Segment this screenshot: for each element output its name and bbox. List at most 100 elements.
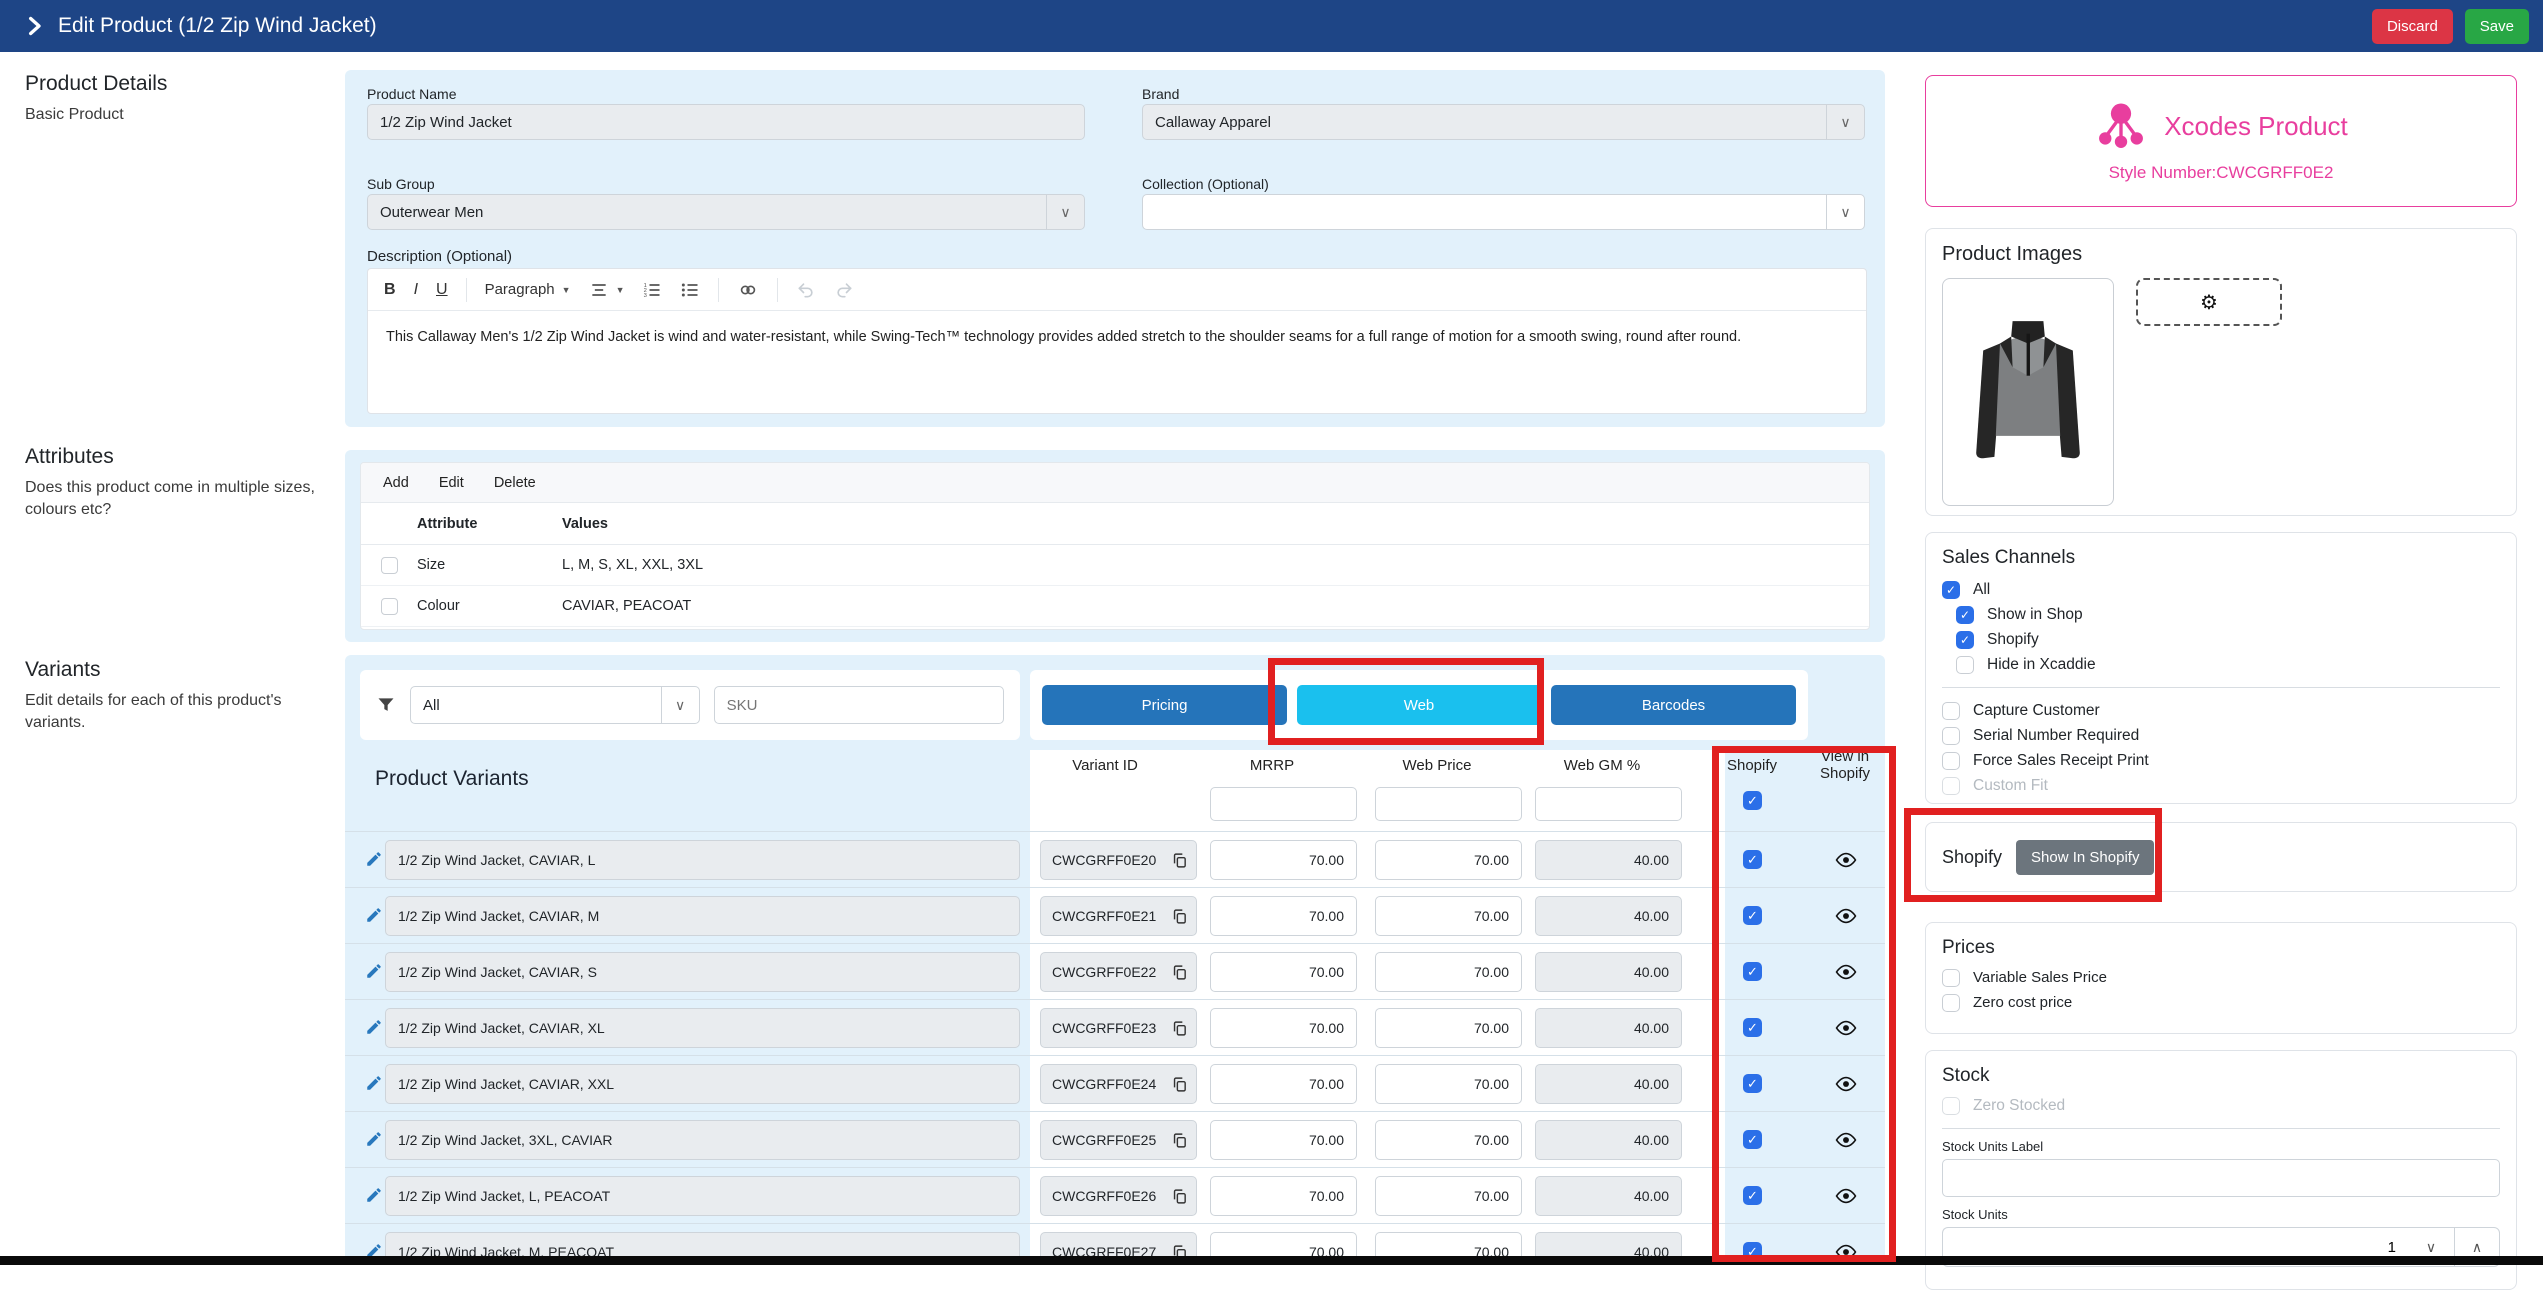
tab-barcodes[interactable]: Barcodes <box>1551 685 1796 725</box>
paragraph-style-dropdown[interactable]: Paragraph ▼ <box>485 281 571 298</box>
edit-variant-icon[interactable] <box>365 906 383 924</box>
mrrp-filter-input[interactable] <box>1210 787 1357 821</box>
redo-icon[interactable] <box>834 280 854 300</box>
shopify-checkbox[interactable]: ✓ <box>1743 1130 1762 1149</box>
edit-attribute-button[interactable]: Edit <box>439 475 464 491</box>
checkbox-icon[interactable] <box>1942 752 1960 770</box>
mrrp-input[interactable] <box>1210 1064 1357 1104</box>
checkbox-hide-in-xcaddie[interactable]: Hide in Xcaddie <box>1956 652 2500 677</box>
link-icon[interactable] <box>737 279 759 301</box>
table-row[interactable]: Colour CAVIAR, PEACOAT <box>361 586 1869 627</box>
edit-variant-icon[interactable] <box>365 850 383 868</box>
edit-variant-icon[interactable] <box>365 1130 383 1148</box>
discard-button[interactable]: Discard <box>2372 9 2453 44</box>
view-in-shopify-icon[interactable] <box>1835 1017 1857 1039</box>
tab-pricing[interactable]: Pricing <box>1042 685 1287 725</box>
mrrp-input[interactable] <box>1210 1008 1357 1048</box>
shopify-checkbox[interactable]: ✓ <box>1743 1018 1762 1037</box>
view-in-shopify-icon[interactable] <box>1835 1129 1857 1151</box>
copy-variant-id-icon[interactable] <box>1171 1076 1188 1093</box>
row-checkbox[interactable] <box>381 557 398 574</box>
checkbox-serial-number-required[interactable]: Serial Number Required <box>1942 723 2500 748</box>
view-in-shopify-icon[interactable] <box>1835 849 1857 871</box>
brand-select[interactable]: Callaway Apparel ∨ <box>1142 104 1865 140</box>
variant-name-input[interactable] <box>385 1064 1020 1104</box>
checkbox-all[interactable]: ✓ All <box>1942 577 2500 602</box>
show-in-shopify-button[interactable]: Show In Shopify <box>2016 840 2154 875</box>
edit-variant-icon[interactable] <box>365 1018 383 1036</box>
add-attribute-button[interactable]: Add <box>383 475 409 491</box>
manage-images-button[interactable]: ⚙ <box>2136 278 2282 326</box>
web-price-input[interactable] <box>1375 1176 1522 1216</box>
checkbox-force-sales-receipt-print[interactable]: Force Sales Receipt Print <box>1942 748 2500 773</box>
text-align-dropdown[interactable]: ▼ <box>589 280 625 300</box>
view-in-shopify-icon[interactable] <box>1835 1185 1857 1207</box>
description-text[interactable]: This Callaway Men's 1/2 Zip Wind Jacket … <box>368 311 1866 363</box>
variant-name-input[interactable] <box>385 1008 1020 1048</box>
checkbox-icon[interactable] <box>1956 656 1974 674</box>
copy-variant-id-icon[interactable] <box>1171 908 1188 925</box>
mrrp-input[interactable] <box>1210 1176 1357 1216</box>
mrrp-input[interactable] <box>1210 952 1357 992</box>
edit-variant-icon[interactable] <box>365 1186 383 1204</box>
web-gm-input[interactable] <box>1535 952 1682 992</box>
sku-search-input[interactable] <box>714 686 1004 724</box>
web-gm-input[interactable] <box>1535 1008 1682 1048</box>
save-button[interactable]: Save <box>2465 9 2529 44</box>
mrrp-input[interactable] <box>1210 840 1357 880</box>
web-gm-input[interactable] <box>1535 1120 1682 1160</box>
shopify-checkbox[interactable]: ✓ <box>1743 1186 1762 1205</box>
stock-units-label-input[interactable] <box>1942 1159 2500 1197</box>
table-row[interactable]: Size L, M, S, XL, XXL, 3XL <box>361 545 1869 586</box>
checkbox-icon[interactable]: ✓ <box>1956 606 1974 624</box>
web-gm-input[interactable] <box>1535 1176 1682 1216</box>
variant-name-input[interactable] <box>385 1176 1020 1216</box>
shopify-checkbox[interactable]: ✓ <box>1743 906 1762 925</box>
variant-name-input[interactable] <box>385 952 1020 992</box>
undo-icon[interactable] <box>796 280 816 300</box>
web-price-input[interactable] <box>1375 896 1522 936</box>
web-price-input[interactable] <box>1375 952 1522 992</box>
variant-name-input[interactable] <box>385 1120 1020 1160</box>
shopify-checkbox[interactable]: ✓ <box>1743 850 1762 869</box>
checkbox-zero-cost-price[interactable]: Zero cost price <box>1942 990 2500 1015</box>
web-price-input[interactable] <box>1375 1008 1522 1048</box>
sub-group-select[interactable]: Outerwear Men ∨ <box>367 194 1085 230</box>
shopify-checkbox[interactable]: ✓ <box>1743 1074 1762 1093</box>
web-gm-filter-input[interactable] <box>1535 787 1682 821</box>
copy-variant-id-icon[interactable] <box>1171 1132 1188 1149</box>
checkbox-variable-sales-price[interactable]: Variable Sales Price <box>1942 965 2500 990</box>
checkbox-icon[interactable]: ✓ <box>1956 631 1974 649</box>
checkbox-icon[interactable]: ✓ <box>1942 581 1960 599</box>
mrrp-input[interactable] <box>1210 896 1357 936</box>
delete-attribute-button[interactable]: Delete <box>494 475 536 491</box>
variant-filter-select[interactable]: All ∨ <box>410 686 700 724</box>
web-gm-input[interactable] <box>1535 840 1682 880</box>
underline-icon[interactable]: U <box>436 281 448 299</box>
checkbox-icon[interactable] <box>1942 727 1960 745</box>
product-image-thumbnail[interactable] <box>1942 278 2114 506</box>
view-in-shopify-icon[interactable] <box>1835 905 1857 927</box>
copy-variant-id-icon[interactable] <box>1171 852 1188 869</box>
edit-variant-icon[interactable] <box>365 962 383 980</box>
web-price-input[interactable] <box>1375 840 1522 880</box>
checkbox-shopify[interactable]: ✓ Shopify <box>1956 627 2500 652</box>
web-gm-input[interactable] <box>1535 1064 1682 1104</box>
mrrp-input[interactable] <box>1210 1120 1357 1160</box>
copy-variant-id-icon[interactable] <box>1171 1020 1188 1037</box>
web-gm-input[interactable] <box>1535 896 1682 936</box>
checkbox-icon[interactable] <box>1942 969 1960 987</box>
shopify-select-all-checkbox[interactable]: ✓ <box>1743 791 1762 810</box>
bold-icon[interactable]: B <box>384 281 396 299</box>
edit-variant-icon[interactable] <box>365 1074 383 1092</box>
view-in-shopify-icon[interactable] <box>1835 1073 1857 1095</box>
web-price-input[interactable] <box>1375 1120 1522 1160</box>
tab-web[interactable]: Web <box>1297 685 1542 725</box>
variant-name-input[interactable] <box>385 840 1020 880</box>
checkbox-show-in-shop[interactable]: ✓ Show in Shop <box>1956 602 2500 627</box>
product-name-input[interactable] <box>367 104 1085 140</box>
checkbox-capture-customer[interactable]: Capture Customer <box>1942 698 2500 723</box>
copy-variant-id-icon[interactable] <box>1171 1188 1188 1205</box>
web-price-input[interactable] <box>1375 1064 1522 1104</box>
ordered-list-icon[interactable]: 123 <box>642 280 662 300</box>
